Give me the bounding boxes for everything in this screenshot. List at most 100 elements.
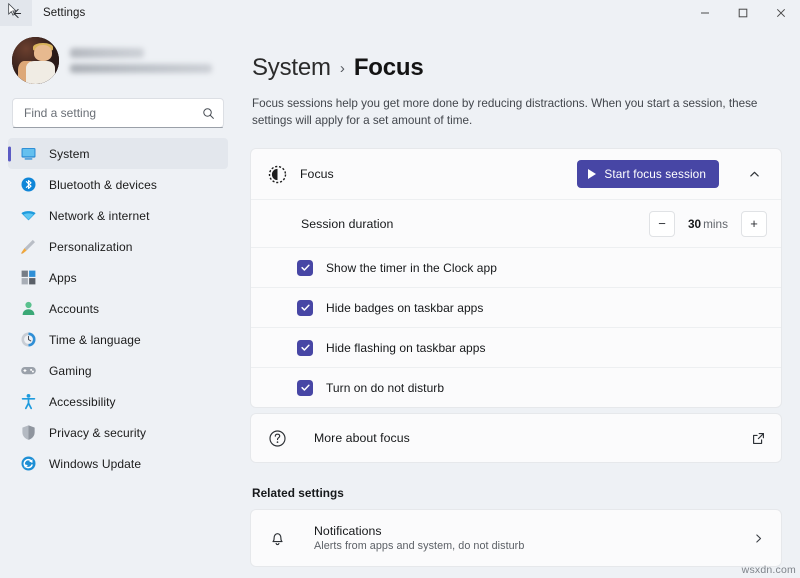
sidebar-item-label: Accessibility <box>49 395 116 409</box>
title-bar: Settings <box>0 0 800 26</box>
wifi-icon <box>20 207 37 224</box>
more-about-focus-row[interactable]: More about focus <box>251 414 781 462</box>
bluetooth-icon <box>20 176 37 193</box>
breadcrumb: System › Focus <box>250 54 782 82</box>
page-description: Focus sessions help you get more done by… <box>250 95 782 129</box>
more-about-focus-card[interactable]: More about focus <box>250 413 782 463</box>
checkmark-icon <box>300 262 311 273</box>
sidebar-item-windows-update[interactable]: Windows Update <box>8 448 228 479</box>
increase-duration-button[interactable]: + <box>741 211 767 237</box>
main-content: System › Focus Focus sessions help you g… <box>236 26 800 578</box>
account-name-redacted <box>70 48 144 58</box>
checkmark-icon <box>300 302 311 313</box>
monitor-icon <box>20 145 37 162</box>
sidebar-item-label: Accounts <box>49 302 99 316</box>
chevron-up-icon <box>749 169 760 180</box>
checkbox-hide-flashing-taskbar[interactable] <box>297 340 313 356</box>
notifications-title: Notifications <box>314 524 524 538</box>
sidebar-item-label: Bluetooth & devices <box>49 178 157 192</box>
notifications-subtitle: Alerts from apps and system, do not dist… <box>314 540 524 552</box>
paintbrush-icon <box>20 238 37 255</box>
sidebar-nav: System Bluetooth & devices <box>0 138 236 479</box>
start-focus-session-button[interactable]: Start focus session <box>577 160 719 188</box>
sidebar-item-network-internet[interactable]: Network & internet <box>8 200 228 231</box>
clock-globe-icon <box>20 331 37 348</box>
sidebar-item-system[interactable]: System <box>8 138 228 169</box>
session-duration-stepper: − 30mins + <box>649 211 767 237</box>
duration-number: 30 <box>688 217 701 231</box>
checkmark-icon <box>300 382 311 393</box>
focus-option-label: Hide badges on taskbar apps <box>326 301 483 315</box>
maximize-icon <box>738 8 748 18</box>
checkbox-hide-badges-taskbar[interactable] <box>297 300 313 316</box>
sidebar-item-label: Time & language <box>49 333 141 347</box>
help-icon <box>267 428 287 448</box>
focus-card: Focus Start focus session Session durati… <box>250 148 782 408</box>
related-settings-card: Notifications Alerts from apps and syste… <box>250 509 782 567</box>
related-settings-heading: Related settings <box>252 486 782 500</box>
sidebar-item-apps[interactable]: Apps <box>8 262 228 293</box>
minimize-button[interactable] <box>686 0 724 26</box>
person-icon <box>20 300 37 317</box>
focus-card-header: Focus Start focus session <box>251 149 781 199</box>
session-duration-row: Session duration − 30mins + <box>251 199 781 247</box>
accessibility-icon <box>20 393 37 410</box>
breadcrumb-root[interactable]: System <box>252 54 331 82</box>
checkbox-show-timer-clock-app[interactable] <box>297 260 313 276</box>
sidebar-item-label: Windows Update <box>49 457 141 471</box>
back-arrow-icon <box>10 7 23 20</box>
search-input[interactable] <box>24 106 202 120</box>
sidebar: System Bluetooth & devices <box>0 26 236 578</box>
bell-icon <box>267 528 287 548</box>
decrease-duration-button[interactable]: − <box>649 211 675 237</box>
minimize-icon <box>700 8 710 18</box>
focus-option-row[interactable]: Hide badges on taskbar apps <box>251 287 781 327</box>
session-duration-value: 30mins <box>684 217 732 231</box>
sidebar-item-gaming[interactable]: Gaming <box>8 355 228 386</box>
sidebar-item-time-language[interactable]: Time & language <box>8 324 228 355</box>
window-body: System Bluetooth & devices <box>0 26 800 578</box>
shield-icon <box>20 424 37 441</box>
focus-option-row[interactable]: Turn on do not disturb <box>251 367 781 407</box>
sidebar-item-personalization[interactable]: Personalization <box>8 231 228 262</box>
watermark: wsxdn.com <box>742 564 796 576</box>
sidebar-item-label: Network & internet <box>49 209 150 223</box>
more-about-focus-label: More about focus <box>314 431 410 445</box>
maximize-button[interactable] <box>724 0 762 26</box>
checkbox-turn-on-do-not-disturb[interactable] <box>297 380 313 396</box>
sidebar-item-label: Privacy & security <box>49 426 146 440</box>
sidebar-item-accounts[interactable]: Accounts <box>8 293 228 324</box>
focus-option-label: Turn on do not disturb <box>326 381 444 395</box>
start-focus-session-label: Start focus session <box>604 167 706 181</box>
sidebar-item-bluetooth-devices[interactable]: Bluetooth & devices <box>8 169 228 200</box>
account-profile[interactable] <box>0 26 236 92</box>
focus-option-row[interactable]: Show the timer in the Clock app <box>251 247 781 287</box>
chevron-right-icon <box>749 529 767 547</box>
notifications-row[interactable]: Notifications Alerts from apps and syste… <box>251 510 781 566</box>
account-email-redacted <box>70 64 212 73</box>
search-container <box>0 92 236 138</box>
search-box[interactable] <box>12 98 224 128</box>
gamepad-icon <box>20 362 37 379</box>
window-title: Settings <box>32 0 85 26</box>
update-icon <box>20 455 37 472</box>
sidebar-item-label: Personalization <box>49 240 133 254</box>
close-button[interactable] <box>762 0 800 26</box>
external-link-icon <box>749 429 767 447</box>
collapse-focus-card-button[interactable] <box>741 161 767 187</box>
settings-window: Settings <box>0 0 800 578</box>
window-controls <box>686 0 800 26</box>
sidebar-item-label: Gaming <box>49 364 92 378</box>
apps-icon <box>20 269 37 286</box>
focus-option-row[interactable]: Hide flashing on taskbar apps <box>251 327 781 367</box>
back-button[interactable] <box>0 0 32 26</box>
close-icon <box>776 8 786 18</box>
sidebar-item-privacy-security[interactable]: Privacy & security <box>8 417 228 448</box>
sidebar-item-label: Apps <box>49 271 77 285</box>
sidebar-item-accessibility[interactable]: Accessibility <box>8 386 228 417</box>
avatar <box>12 37 59 84</box>
focus-option-label: Show the timer in the Clock app <box>326 261 497 275</box>
sidebar-item-label: System <box>49 147 90 161</box>
duration-unit: mins <box>703 217 728 231</box>
focus-icon <box>267 164 287 184</box>
